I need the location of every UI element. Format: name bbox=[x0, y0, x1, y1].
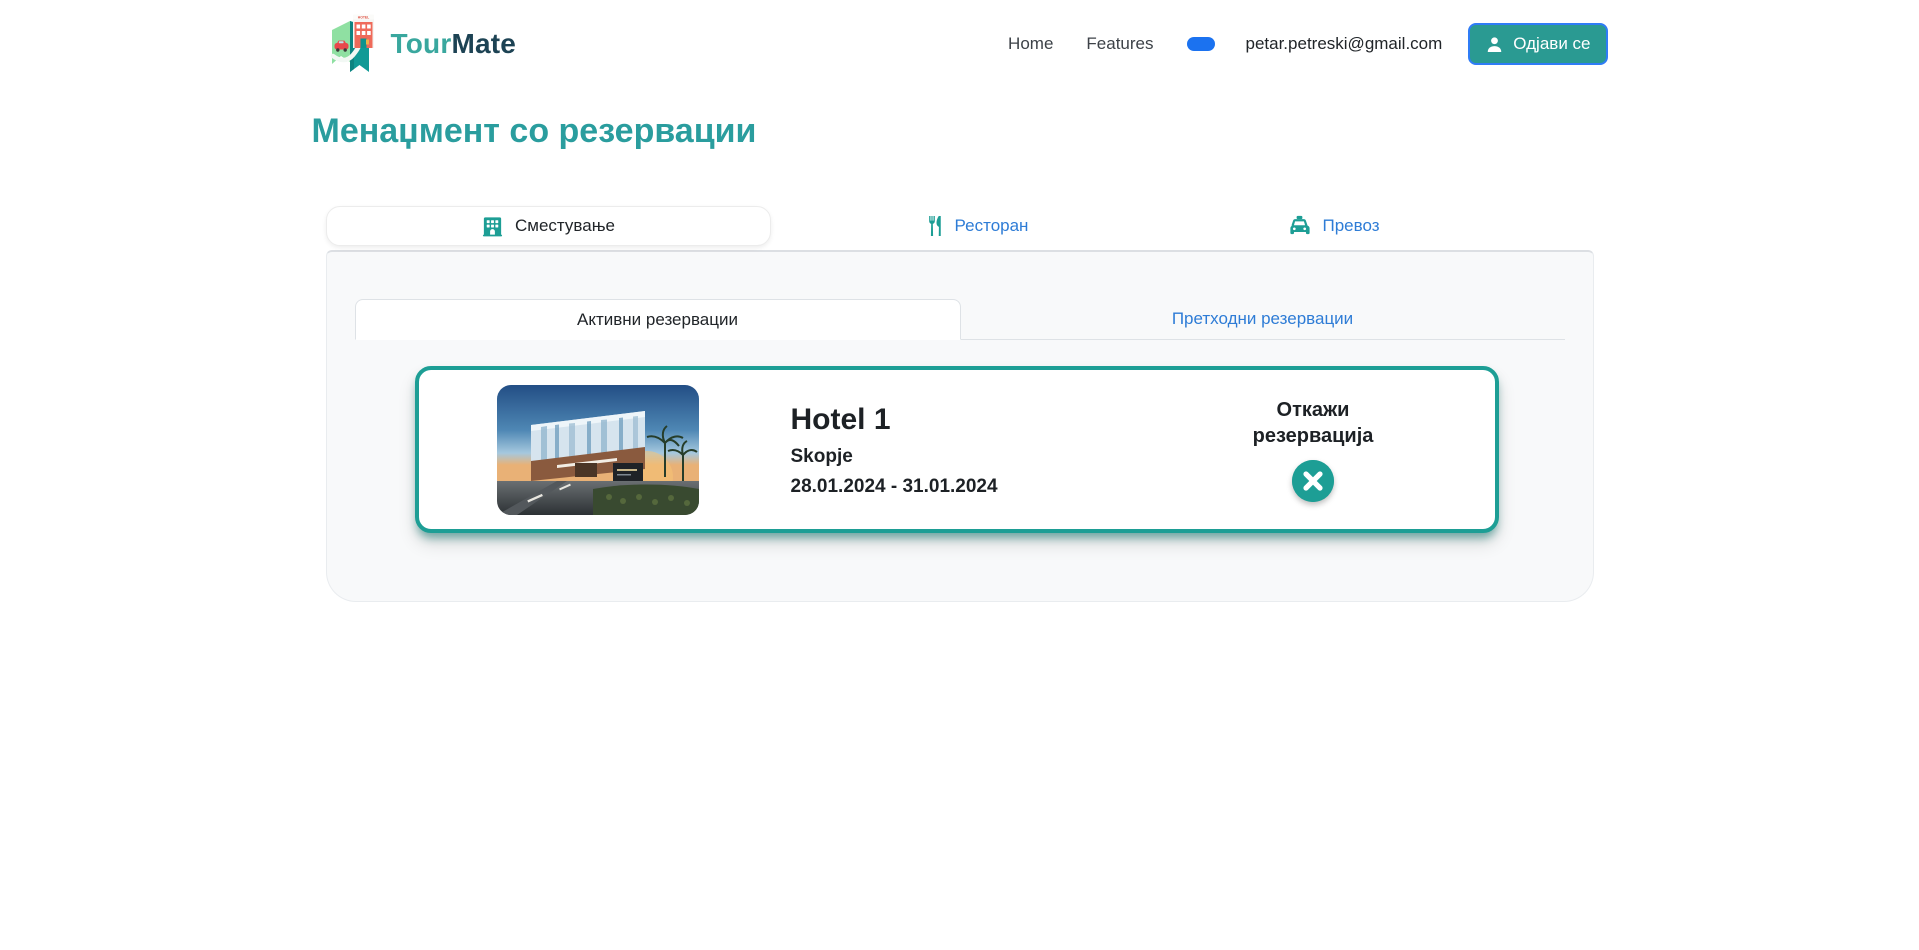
tab-transport-label: Превоз bbox=[1322, 216, 1379, 236]
tab-accommodation[interactable]: Сместување bbox=[326, 206, 771, 246]
nav-link-home[interactable]: Home bbox=[1008, 34, 1053, 54]
user-email: petar.petreski@gmail.com bbox=[1246, 34, 1443, 54]
taxi-icon bbox=[1287, 215, 1312, 237]
tab-restaurant[interactable]: Ресторан bbox=[777, 206, 1177, 246]
building-icon bbox=[481, 215, 504, 238]
toggle-pill[interactable] bbox=[1187, 37, 1215, 51]
logout-label: Одјави се bbox=[1513, 34, 1590, 54]
person-icon bbox=[1485, 35, 1504, 54]
reservation-dates: 28.01.2024 - 31.01.2024 bbox=[791, 476, 998, 498]
tab-transport[interactable]: Превоз bbox=[1134, 206, 1534, 246]
category-tabs: Сместување Ресторан Прево bbox=[326, 206, 1594, 246]
utensils-icon bbox=[925, 215, 945, 237]
header: HOTEL TourMate Home Features petar.petre… bbox=[312, 0, 1608, 88]
hotel-city: Skopje bbox=[791, 446, 998, 468]
cancel-reservation-block: Откажи резервација bbox=[1216, 397, 1411, 502]
hotel-photo bbox=[497, 385, 699, 515]
logout-button[interactable]: Одјави се bbox=[1468, 23, 1607, 65]
tab-restaurant-label: Ресторан bbox=[955, 216, 1029, 236]
tab-previous-reservations[interactable]: Претходни резервации bbox=[961, 299, 1565, 339]
reservation-details: Hotel 1 Skopje 28.01.2024 - 31.01.2024 bbox=[791, 401, 998, 498]
reservations-panel: Активни резервации Претходни резервации bbox=[326, 250, 1594, 602]
hotel-glyph: HOTEL bbox=[353, 15, 374, 49]
tab-accommodation-label: Сместување bbox=[515, 216, 615, 236]
svg-text:HOTEL: HOTEL bbox=[357, 16, 369, 20]
tab-active-reservations[interactable]: Активни резервации bbox=[355, 299, 961, 340]
cancel-reservation-button[interactable] bbox=[1292, 460, 1334, 502]
reservation-card: Hotel 1 Skopje 28.01.2024 - 31.01.2024 О… bbox=[415, 366, 1499, 533]
reservation-state-tabs: Активни резервации Претходни резервации bbox=[355, 299, 1565, 340]
hotel-name: Hotel 1 bbox=[791, 401, 998, 439]
cancel-reservation-label: Откажи резервација bbox=[1216, 397, 1411, 449]
nav-link-features[interactable]: Features bbox=[1086, 34, 1153, 54]
page-title: Менаџмент со резервации bbox=[312, 108, 1608, 154]
brand-logo[interactable]: HOTEL TourMate bbox=[328, 12, 517, 76]
map-hotel-logo-icon: HOTEL bbox=[328, 12, 378, 76]
brand-name: TourMate bbox=[391, 28, 517, 60]
x-circle-icon bbox=[1292, 460, 1334, 502]
header-nav: Home Features petar.petreski@gmail.com О… bbox=[1008, 23, 1607, 65]
